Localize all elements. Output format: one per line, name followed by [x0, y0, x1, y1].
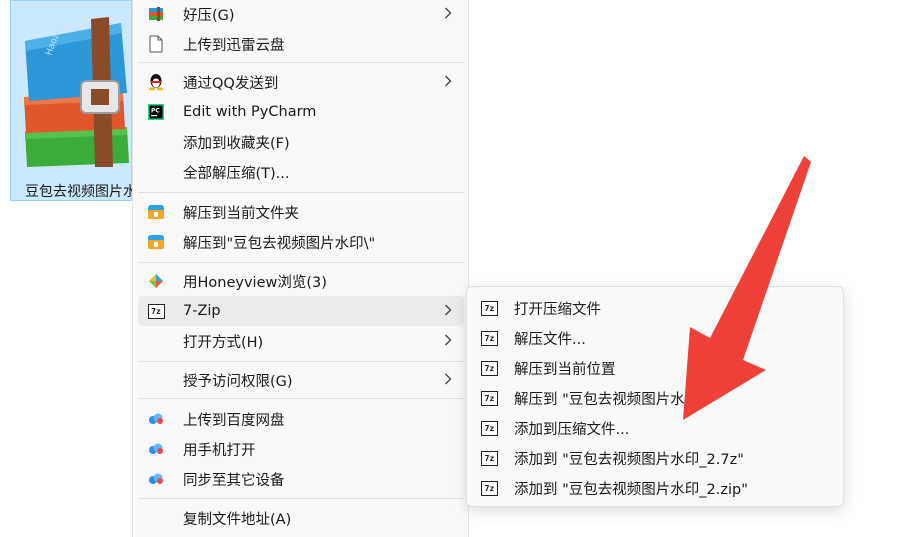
red-annotation-arrow: [683, 156, 811, 420]
